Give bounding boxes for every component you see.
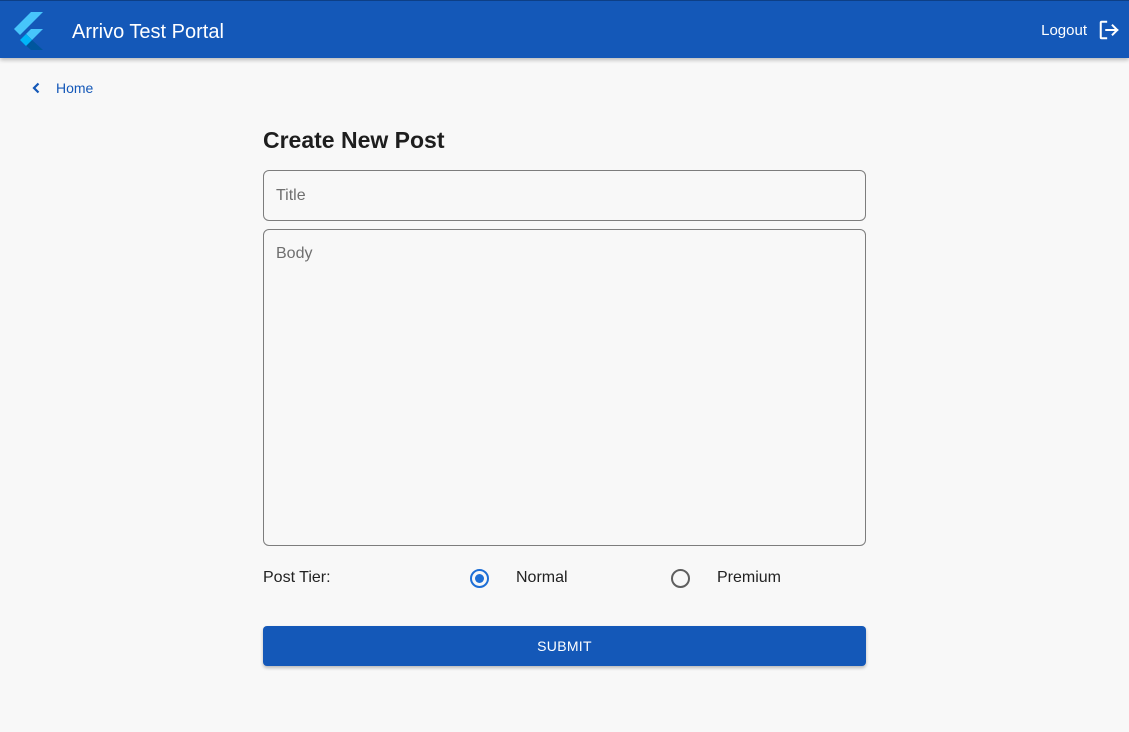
logout-button[interactable]: Logout — [1041, 16, 1120, 44]
normal-radio[interactable] — [470, 568, 489, 588]
normal-radio-label: Normal — [516, 569, 568, 586]
app-bar: Arrivo Test Portal Logout — [0, 0, 1129, 58]
app-title: Arrivo Test Portal — [72, 21, 224, 43]
back-link-label: Home — [56, 80, 94, 96]
tier-option-normal[interactable]: Normal — [470, 566, 568, 590]
logout-icon — [1099, 20, 1119, 40]
premium-radio[interactable] — [671, 568, 690, 588]
submit-button[interactable]: SUBMIT — [263, 626, 866, 666]
post-tier-label: Post Tier: — [263, 569, 331, 586]
flutter-logo-icon — [14, 12, 43, 50]
page-title: Create New Post — [263, 127, 445, 153]
back-to-home-link[interactable]: Home — [28, 78, 93, 98]
tier-option-premium[interactable]: Premium — [671, 566, 781, 590]
chevron-left-icon — [32, 82, 40, 94]
logout-label: Logout — [1041, 21, 1087, 39]
title-input[interactable] — [263, 170, 866, 221]
premium-radio-label: Premium — [717, 569, 782, 586]
body-textarea[interactable] — [263, 229, 866, 546]
post-tier-row: Post Tier: Normal Premium — [263, 566, 866, 590]
